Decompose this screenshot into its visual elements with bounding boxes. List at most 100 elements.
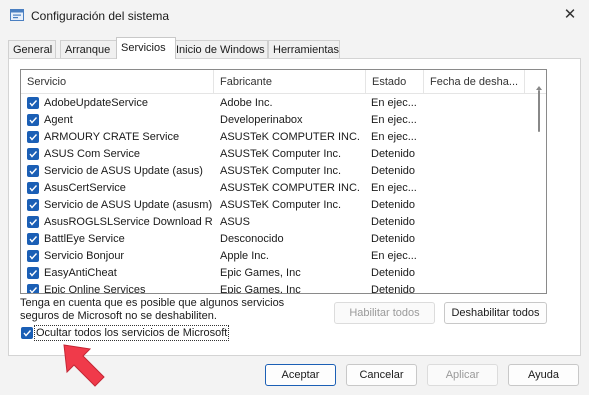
service-name: Epic Online Services [44,284,146,294]
help-button[interactable]: Ayuda [508,364,579,386]
table-row[interactable]: ASUS Com Service ASUSTeK Computer Inc. D… [21,146,531,163]
title-bar: Configuración del sistema ✕ [0,0,589,32]
service-date [429,129,524,146]
table-row[interactable]: Epic Online Services Epic Games, Inc Det… [21,282,531,294]
service-maker: ASUSTeK Computer Inc. [220,148,342,160]
service-name: Servicio de ASUS Update (asus) [44,165,203,177]
service-name: AsusCertService [44,182,126,194]
service-state: En ejec... [371,114,417,126]
service-date [429,95,524,112]
service-maker: Developerinabox [220,114,303,126]
cancel-button[interactable]: Cancelar [346,364,417,386]
msconfig-icon [10,9,24,21]
note-line-2: seguros de Microsoft no se deshabiliten. [20,310,217,322]
tab-herramientas[interactable]: Herramientas [268,40,340,59]
service-state: Detenido [371,284,416,294]
ok-button[interactable]: Aceptar [265,364,336,386]
hide-microsoft-label[interactable]: Ocultar todos los servicios de Microsoft [34,325,230,341]
service-name: ARMOURY CRATE Service [44,131,180,143]
service-checkbox[interactable] [27,148,39,160]
service-name: Servicio de ASUS Update (asusm) [44,199,212,211]
column-header-fabricante[interactable]: Fabricante [214,70,365,94]
table-row[interactable]: ARMOURY CRATE Service ASUSTeK COMPUTER I… [21,129,531,146]
service-state: En ejec... [371,97,417,109]
service-checkbox[interactable] [27,97,39,109]
service-maker: Desconocido [220,233,284,245]
service-name: Servicio Bonjour [44,250,125,262]
list-header: Servicio Fabricante Estado Fecha de desh… [21,70,546,94]
service-date [429,112,524,129]
column-header-fecha[interactable]: Fecha de desha... [424,70,524,94]
service-date [429,163,524,180]
service-checkbox[interactable] [27,182,39,194]
service-date [429,265,524,282]
service-checkbox[interactable] [27,284,39,293]
service-checkbox[interactable] [27,233,39,245]
service-maker: Epic Games, Inc [220,284,301,294]
service-maker: ASUSTeK COMPUTER INC. [220,131,360,143]
service-maker: Adobe Inc. [220,97,273,109]
enable-all-button[interactable]: Habilitar todos [334,302,435,324]
table-row[interactable]: AsusCertService ASUSTeK COMPUTER INC. En… [21,180,531,197]
tab-general[interactable]: General [8,40,56,59]
service-name: Agent [44,114,73,126]
disable-all-button[interactable]: Deshabilitar todos [444,302,547,324]
service-state: Detenido [371,233,416,245]
column-header-servicio[interactable]: Servicio [21,70,213,94]
service-name: AdobeUpdateService [44,97,148,109]
service-name: BattlEye Service [44,233,125,245]
tab-servicios[interactable]: Servicios [116,37,176,59]
service-maker: Epic Games, Inc [220,267,301,279]
table-row[interactable]: Servicio de ASUS Update (asus) ASUSTeK C… [21,163,531,180]
column-header-estado[interactable]: Estado [366,70,423,94]
service-checkbox[interactable] [27,131,39,143]
service-date [429,231,524,248]
vertical-scrollbar[interactable] [533,86,545,293]
service-name: AsusROGLSLService Download R... [44,216,212,228]
table-row[interactable]: Agent Developerinabox En ejec... [21,112,531,129]
service-state: Detenido [371,165,416,177]
service-name: EasyAntiCheat [44,267,117,279]
table-row[interactable]: Servicio Bonjour Apple Inc. En ejec... [21,248,531,265]
hide-microsoft-checkbox[interactable] [21,327,33,339]
table-row[interactable]: AdobeUpdateService Adobe Inc. En ejec... [21,95,531,112]
service-checkbox[interactable] [27,199,39,211]
window-title: Configuración del sistema [31,9,170,23]
tab-arranque[interactable]: Arranque [60,40,117,59]
services-list[interactable]: Servicio Fabricante Estado Fecha de desh… [20,69,547,294]
tab-inicio-de-windows[interactable]: Inicio de Windows [171,40,268,59]
microsoft-services-note: Tenga en cuenta que es posible que algun… [20,297,320,323]
scroll-thumb[interactable] [538,90,540,132]
service-checkbox[interactable] [27,114,39,126]
service-maker: ASUSTeK Computer Inc. [220,165,342,177]
service-date [429,214,524,231]
service-maker: Apple Inc. [220,250,269,262]
table-row[interactable]: Servicio de ASUS Update (asusm) ASUSTeK … [21,197,531,214]
service-date [429,282,524,293]
service-state: En ejec... [371,131,417,143]
service-state: Detenido [371,267,416,279]
service-state: Detenido [371,199,416,211]
service-state: En ejec... [371,250,417,262]
red-arrow-icon [60,342,108,392]
table-row[interactable]: EasyAntiCheat Epic Games, Inc Detenido [21,265,531,282]
service-state: Detenido [371,148,416,160]
service-checkbox[interactable] [27,250,39,262]
service-checkbox[interactable] [27,267,39,279]
apply-button[interactable]: Aplicar [427,364,498,386]
close-icon[interactable]: ✕ [561,6,579,24]
table-row[interactable]: AsusROGLSLService Download R... ASUS Det… [21,214,531,231]
service-checkbox[interactable] [27,216,39,228]
service-date [429,197,524,214]
service-date [429,146,524,163]
service-maker: ASUSTeK COMPUTER INC. [220,182,360,194]
service-date [429,248,524,265]
service-checkbox[interactable] [27,165,39,177]
service-name: ASUS Com Service [44,148,140,160]
service-state: En ejec... [371,182,417,194]
service-maker: ASUSTeK Computer Inc. [220,199,342,211]
note-line-1: Tenga en cuenta que es posible que algun… [20,297,285,309]
table-row[interactable]: BattlEye Service Desconocido Detenido [21,231,531,248]
service-date [429,180,524,197]
service-maker: ASUS [220,216,250,228]
